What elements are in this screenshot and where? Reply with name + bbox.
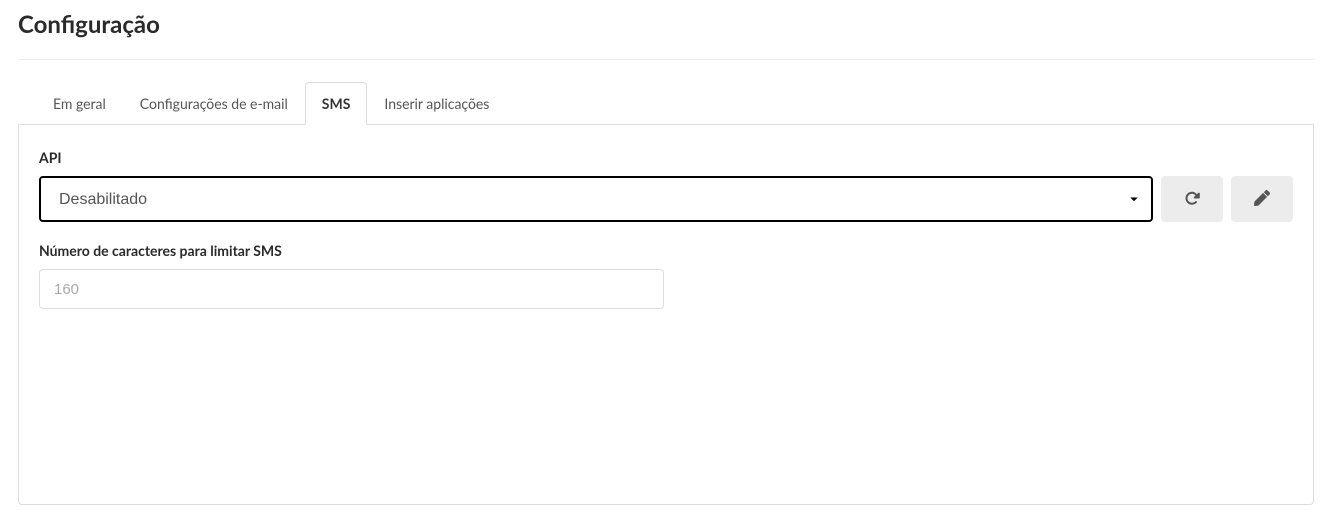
pencil-icon <box>1254 190 1270 209</box>
tab-general[interactable]: Em geral <box>36 82 123 125</box>
api-select[interactable]: Desabilitado <box>39 176 1153 222</box>
sms-limit-label: Número de caracteres para limitar SMS <box>39 242 1293 259</box>
edit-button[interactable] <box>1231 176 1293 222</box>
page-title: Configuração <box>18 10 1314 60</box>
tab-panel-sms: API Desabilitado Número de caracteres pa… <box>18 125 1314 505</box>
api-form-group: API Desabilitado <box>39 149 1293 222</box>
refresh-icon <box>1184 190 1200 209</box>
tab-email-settings[interactable]: Configurações de e-mail <box>123 82 305 125</box>
sms-limit-form-group: Número de caracteres para limitar SMS <box>39 242 1293 309</box>
refresh-button[interactable] <box>1161 176 1223 222</box>
api-label: API <box>39 149 1293 166</box>
tabs-container: Em geral Configurações de e-mail SMS Ins… <box>18 82 1314 125</box>
api-row: Desabilitado <box>39 176 1293 222</box>
sms-limit-input[interactable] <box>39 269 664 309</box>
tab-insert-apps[interactable]: Inserir aplicações <box>367 82 506 125</box>
tab-sms[interactable]: SMS <box>305 82 368 125</box>
